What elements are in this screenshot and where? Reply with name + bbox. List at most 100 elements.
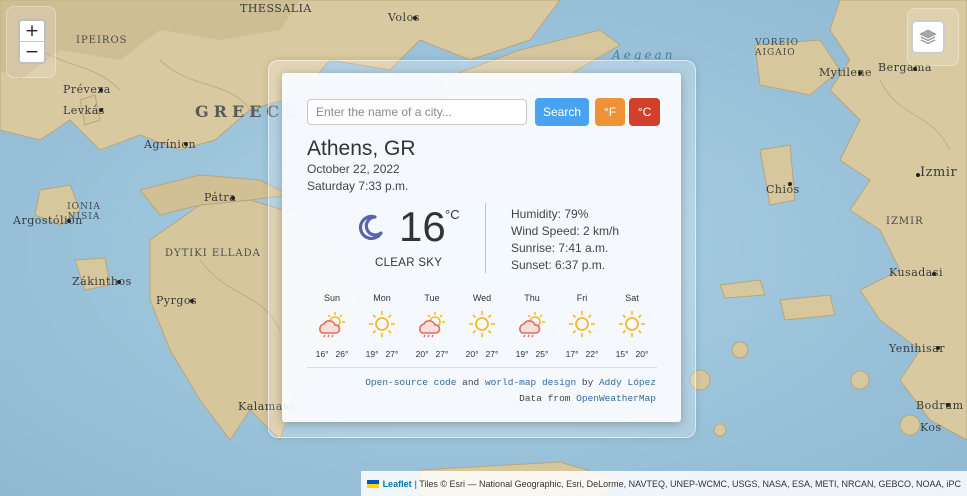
attribution-text: | Tiles © Esri — National Geographic, Es… xyxy=(414,478,961,489)
credits-text: and xyxy=(456,377,485,388)
map-label-ipeiros: IPEIROS xyxy=(76,35,128,46)
zoom-control: + − xyxy=(18,19,46,64)
forecast-day: Fri 17° 22° xyxy=(557,293,607,359)
city-marker xyxy=(932,272,936,276)
forecast-low: 19° xyxy=(515,349,529,359)
city-marker xyxy=(936,346,940,350)
map-label-dytiki-ellada: DYTIKI ELLADA xyxy=(165,248,261,259)
sun-cloud-rain-icon xyxy=(307,309,357,339)
forecast-low: 19° xyxy=(365,349,379,359)
forecast-day: Thu 19° 25° xyxy=(507,293,557,359)
map-label-zakinthos: Zákinthos xyxy=(72,275,132,288)
credits-text: by xyxy=(576,377,599,388)
forecast-high: 20° xyxy=(635,349,649,359)
sun-icon xyxy=(557,309,607,339)
forecast-day: Wed 20° 27° xyxy=(457,293,507,359)
sunrise: Sunrise: 7:41 a.m. xyxy=(511,241,609,255)
forecast-high: 27° xyxy=(385,349,399,359)
city-marker xyxy=(858,71,862,75)
city-marker xyxy=(916,173,920,177)
forecast-day: Mon 19° 27° xyxy=(357,293,407,359)
openweathermap-link[interactable]: OpenWeatherMap xyxy=(576,393,656,404)
city-name: Athens, GR xyxy=(307,137,416,160)
credits: Open-source code and world-map design by… xyxy=(365,375,656,407)
map-attribution: Leaflet | Tiles © Esri — National Geogra… xyxy=(360,471,967,496)
forecast-low: 20° xyxy=(415,349,429,359)
divider xyxy=(307,367,657,368)
city-marker xyxy=(946,403,950,407)
city-marker xyxy=(788,182,792,186)
map-label-preveza: Préveza xyxy=(63,83,111,96)
clear-night-moon-icon xyxy=(357,213,385,246)
current-time: Saturday 7:33 p.m. xyxy=(307,179,409,193)
city-marker xyxy=(190,299,194,303)
fahrenheit-button[interactable]: °F xyxy=(595,98,625,126)
layers-button[interactable] xyxy=(911,20,945,54)
forecast-high: 26° xyxy=(335,349,349,359)
city-marker xyxy=(413,16,417,20)
zoom-out-button[interactable]: − xyxy=(20,41,44,62)
map-label-kos: Kos xyxy=(920,421,942,434)
city-marker xyxy=(117,280,121,284)
credits-text: Data from xyxy=(519,393,577,404)
map-label-izmir-region: IZMIR xyxy=(886,216,924,227)
forecast-high: 22° xyxy=(585,349,599,359)
forecast-day-name: Wed xyxy=(472,293,492,303)
ukraine-flag-icon xyxy=(366,479,379,488)
sun-icon xyxy=(357,309,407,339)
forecast-low: 17° xyxy=(565,349,579,359)
sun-cloud-rain-icon xyxy=(507,309,557,339)
wind-speed: Wind Speed: 2 km/h xyxy=(511,224,620,238)
city-marker xyxy=(913,67,917,71)
sun-icon xyxy=(457,309,507,339)
source-code-link[interactable]: Open-source code xyxy=(365,377,456,388)
forecast-low: 15° xyxy=(615,349,629,359)
map-label-mytilene: Mytilene xyxy=(819,66,873,79)
map-label-agrinion: Agrínion xyxy=(144,138,197,151)
sunset: Sunset: 6:37 p.m. xyxy=(511,258,606,272)
weather-details: Humidity: 79% Wind Speed: 2 km/h Sunrise… xyxy=(511,206,619,274)
map-label-bodrum: Bodrum xyxy=(916,399,964,412)
forecast: Sun 16° 26° Mon 19° 27° Tue 20° 27° Wed xyxy=(307,293,657,359)
search-button[interactable]: Search xyxy=(535,98,589,126)
current-temperature: 16 xyxy=(399,203,446,250)
forecast-day-name: Sat xyxy=(625,293,639,303)
city-marker xyxy=(231,196,235,200)
forecast-day: Sun 16° 26° xyxy=(307,293,357,359)
city-marker xyxy=(99,108,103,112)
map-label-chios: Chios xyxy=(766,183,800,196)
search-bar: Search °F °C xyxy=(307,98,660,126)
forecast-day-name: Sun xyxy=(323,293,340,303)
forecast-day-name: Fri xyxy=(576,293,588,303)
forecast-high: 27° xyxy=(435,349,449,359)
map-label-thessalia: THESSALIA xyxy=(240,2,312,15)
forecast-day: Tue 20° 27° xyxy=(407,293,457,359)
sun-cloud-rain-icon xyxy=(407,309,457,339)
temperature-unit: °C xyxy=(445,207,460,222)
city-marker xyxy=(99,88,103,92)
forecast-day-name: Mon xyxy=(373,293,391,303)
leaflet-link[interactable]: Leaflet xyxy=(383,479,412,489)
forecast-day-name: Thu xyxy=(524,293,540,303)
map-label-izmir: Izmir xyxy=(920,165,958,180)
forecast-low: 16° xyxy=(315,349,329,359)
city-search-input[interactable] xyxy=(307,99,527,125)
weather-panel: Search °F °C Athens, GR October 22, 2022… xyxy=(282,73,681,422)
city-marker xyxy=(67,219,71,223)
forecast-low: 20° xyxy=(465,349,479,359)
weather-description: CLEAR SKY xyxy=(375,257,443,269)
map-design-link[interactable]: world-map design xyxy=(485,377,576,388)
celsius-button[interactable]: °C xyxy=(629,98,660,126)
city-marker xyxy=(184,142,188,146)
forecast-high: 25° xyxy=(535,349,549,359)
zoom-in-button[interactable]: + xyxy=(20,21,44,41)
forecast-day: Sat 15° 20° xyxy=(607,293,657,359)
forecast-day-name: Tue xyxy=(424,293,440,303)
forecast-high: 27° xyxy=(485,349,499,359)
layers-icon xyxy=(919,29,937,45)
sun-icon xyxy=(607,309,657,339)
divider xyxy=(485,203,486,273)
humidity: Humidity: 79% xyxy=(511,207,589,221)
map-label-voreio-aigaio: VOREIO AIGAIO xyxy=(755,38,799,58)
author-link[interactable]: Addy López xyxy=(599,377,656,388)
